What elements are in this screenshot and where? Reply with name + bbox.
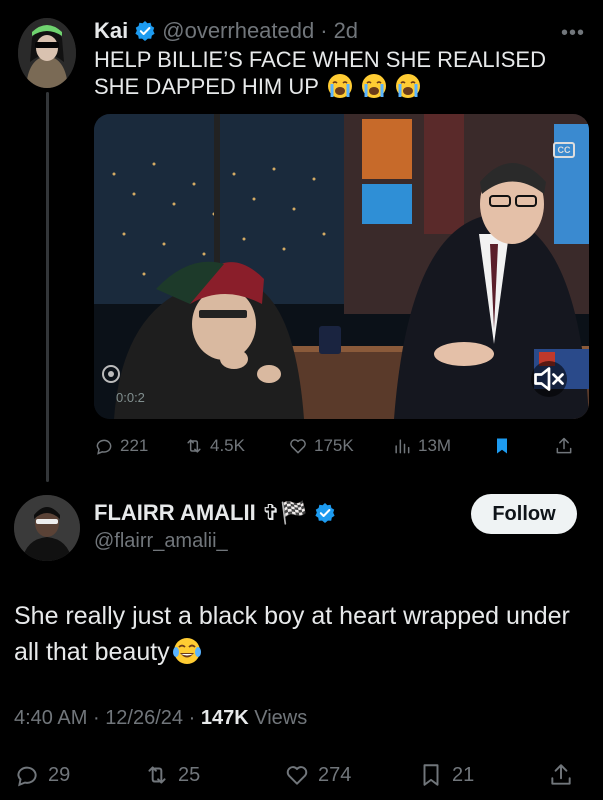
bookmark-count: 21 [452, 763, 475, 786]
heart-icon [290, 439, 306, 454]
avatar-image [14, 495, 80, 561]
avatar-image [18, 18, 76, 88]
reply-button[interactable]: 221 [94, 436, 184, 456]
video-player[interactable]: CC 0:0:2 [94, 114, 589, 419]
bookmark-button[interactable]: 21 [418, 762, 548, 788]
avatar[interactable] [18, 18, 76, 88]
like-button[interactable]: 175K [288, 436, 392, 456]
reply-count: 221 [120, 436, 149, 455]
bookmark-icon [423, 764, 439, 786]
share-icon [551, 764, 571, 785]
bookmark-button[interactable] [492, 436, 554, 456]
author-handle[interactable]: @overrheatedd [162, 18, 314, 44]
bookmark-filled-icon [497, 438, 507, 454]
repost-button[interactable]: 25 [144, 762, 284, 788]
loudly-crying-face-icon [327, 74, 352, 98]
parent-tweet-actions: 221 4.5K 175K 13M [94, 432, 589, 460]
tweet-age[interactable]: 2d [334, 18, 358, 44]
repost-button[interactable]: 4.5K [184, 436, 288, 456]
video-frame [94, 114, 589, 419]
loudly-crying-face-icon [395, 74, 420, 98]
tweet-body: HELP BILLIE’S FACE WHEN SHE REALISED SHE… [94, 47, 546, 99]
tweet-date[interactable]: 12/26/24 [105, 707, 183, 729]
avatar[interactable] [14, 495, 80, 561]
reply-button[interactable]: 29 [14, 762, 144, 788]
share-button[interactable] [548, 762, 578, 788]
video-timestamp: 0:0:2 [116, 390, 145, 405]
separator-dot: · [92, 707, 100, 729]
thread-connector-line [46, 92, 49, 482]
main-tweet-text: She really just a black boy at heart wra… [14, 598, 594, 670]
tweet-body: She really just a black boy at heart wra… [14, 602, 570, 666]
verified-badge-icon [314, 503, 335, 523]
author-name[interactable]: Kai [94, 18, 128, 44]
author-name-row: FLAIRR AMALII ✞🏁 [94, 500, 336, 526]
author-handle[interactable]: @flairr_amalii_ [94, 530, 228, 553]
like-button[interactable]: 274 [284, 762, 418, 788]
speaker-muted-icon [534, 367, 564, 391]
mute-toggle-icon[interactable] [531, 361, 567, 397]
views-button[interactable]: 13M [392, 436, 492, 456]
tweet-metadata: 4:40 AM · 12/26/24 · 147K Views [14, 707, 307, 730]
repost-count: 25 [178, 763, 201, 786]
tweet-time[interactable]: 4:40 AM [14, 707, 87, 729]
reply-icon [17, 766, 37, 787]
heart-icon [286, 766, 308, 785]
cbs-logo-icon [102, 365, 120, 383]
main-tweet-actions: 29 25 274 21 [14, 758, 589, 792]
name-symbols: ✞🏁 [261, 500, 308, 525]
more-options-icon[interactable]: ••• [561, 22, 585, 45]
share-button[interactable] [554, 436, 584, 456]
follow-button[interactable]: Follow [471, 494, 577, 534]
like-count: 274 [318, 763, 352, 786]
reply-icon [96, 439, 112, 455]
views-count: 13M [418, 436, 452, 455]
views-count: 147K [200, 707, 249, 729]
repost-icon [187, 439, 201, 453]
share-icon [556, 437, 572, 454]
views-label: Views [254, 707, 308, 729]
author-name[interactable]: FLAIRR AMALII [94, 500, 256, 526]
closed-captions-icon[interactable]: CC [553, 142, 575, 158]
reply-count: 29 [48, 763, 71, 786]
face-with-tears-of-joy-icon [172, 638, 201, 664]
loudly-crying-face-icon [361, 74, 386, 98]
separator-dot: · [188, 707, 196, 729]
repost-icon [148, 766, 166, 784]
verified-badge-icon [135, 21, 155, 41]
like-count: 175K [314, 436, 354, 455]
repost-count: 4.5K [210, 436, 245, 455]
parent-tweet-text: HELP BILLIE’S FACE WHEN SHE REALISED SHE… [94, 46, 589, 100]
parent-tweet-header: Kai @overrheatedd · 2d [94, 16, 358, 46]
separator-dot: · [320, 18, 328, 43]
views-chart-icon [395, 439, 410, 454]
